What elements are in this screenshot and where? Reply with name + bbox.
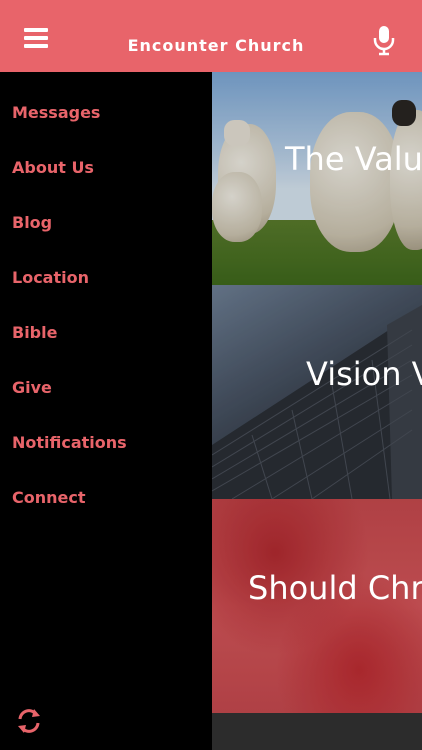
microphone-icon[interactable] [370, 24, 398, 56]
message-card[interactable]: Vision V [212, 285, 422, 499]
card-title: Should Chris [248, 569, 422, 607]
app-header: Encounter Church [0, 0, 422, 72]
drawer-item-blog[interactable]: Blog [12, 208, 52, 238]
drawer-item-bible[interactable]: Bible [12, 318, 57, 348]
drawer-item-give[interactable]: Give [12, 373, 52, 403]
drawer-item-messages[interactable]: Messages [12, 98, 100, 128]
content-feed: The Value Vision V Should Chris [212, 72, 422, 750]
card-title: Vision V [306, 355, 422, 393]
drawer-item-about-us[interactable]: About Us [12, 153, 94, 183]
message-card[interactable] [212, 713, 422, 750]
navigation-drawer: Messages About Us Blog Location Bible Gi… [0, 72, 212, 750]
message-card[interactable]: The Value [212, 72, 422, 285]
message-card[interactable]: Should Chris [212, 499, 422, 713]
refresh-icon[interactable] [14, 706, 44, 736]
app-title: Encounter Church [127, 36, 305, 55]
drawer-item-notifications[interactable]: Notifications [12, 428, 127, 458]
drawer-item-location[interactable]: Location [12, 263, 89, 293]
card-title: The Value [285, 140, 422, 178]
drawer-item-connect[interactable]: Connect [12, 483, 86, 513]
